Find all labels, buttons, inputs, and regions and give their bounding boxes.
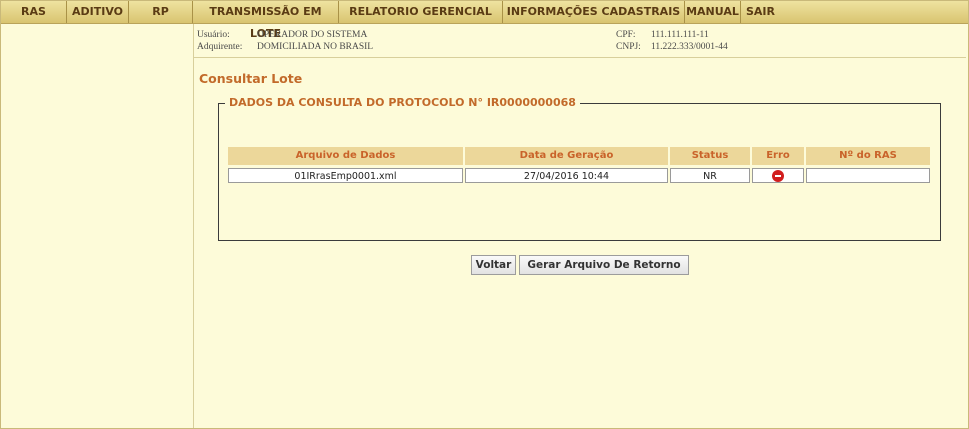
fieldset-legend: DADOS DA CONSULTA DO PROTOCOLO N° IR0000… <box>225 96 580 109</box>
menu-item-relatorio-gerencial[interactable]: RELATORIO GERENCIAL <box>339 1 503 23</box>
adquirente-value: DOMICILIADA NO BRASIL <box>257 42 374 52</box>
left-sidebar <box>1 24 194 428</box>
menu-item-sair[interactable]: SAIR <box>741 1 779 23</box>
user-info-bar: Usuário: OPERADOR DO SISTEMA Adquirente:… <box>194 27 966 58</box>
cell-data: 27/04/2016 10:44 <box>465 168 668 183</box>
usuario-value: OPERADOR DO SISTEMA <box>257 30 368 40</box>
menu-item-informacoes-cadastrais[interactable]: INFORMAÇÕES CADASTRAIS <box>503 1 685 23</box>
menu-item-ras[interactable]: RAS <box>1 1 67 23</box>
cell-arquivo: 01IRrasEmp0001.xml <box>228 168 463 183</box>
cpf-label: CPF: <box>616 30 636 40</box>
cpf-value: 111.111.111-11 <box>651 30 709 40</box>
gerar-arquivo-retorno-button[interactable]: Gerar Arquivo De Retorno <box>519 255 689 275</box>
adquirente-label: Adquirente: <box>197 42 243 52</box>
voltar-button[interactable]: Voltar <box>471 255 516 275</box>
column-header-status: Status <box>670 147 750 165</box>
cell-status: NR <box>670 168 750 183</box>
column-header-data: Data de Geração <box>465 147 668 165</box>
column-header-arquivo: Arquivo de Dados <box>228 147 463 165</box>
cell-nras <box>806 168 930 183</box>
top-menu-bar: RAS ADITIVO RP TRANSMISSÃO EM LOTE RELAT… <box>1 1 968 40</box>
cnpj-value: 11.222.333/0001-44 <box>651 42 728 52</box>
usuario-label: Usuário: <box>197 30 230 40</box>
column-header-erro: Erro <box>752 147 804 165</box>
menu-item-manual[interactable]: MANUAL <box>685 1 741 23</box>
menu-item-aditivo[interactable]: ADITIVO <box>67 1 129 23</box>
menu-item-transmissao-lote[interactable]: TRANSMISSÃO EM LOTE <box>193 1 339 40</box>
cnpj-label: CNPJ: <box>616 42 641 52</box>
cell-erro <box>752 168 804 183</box>
column-header-nras: Nº do RAS <box>806 147 930 165</box>
menu-item-rp[interactable]: RP <box>129 1 193 23</box>
page-title: Consultar Lote <box>199 71 303 86</box>
error-icon[interactable] <box>772 169 784 182</box>
